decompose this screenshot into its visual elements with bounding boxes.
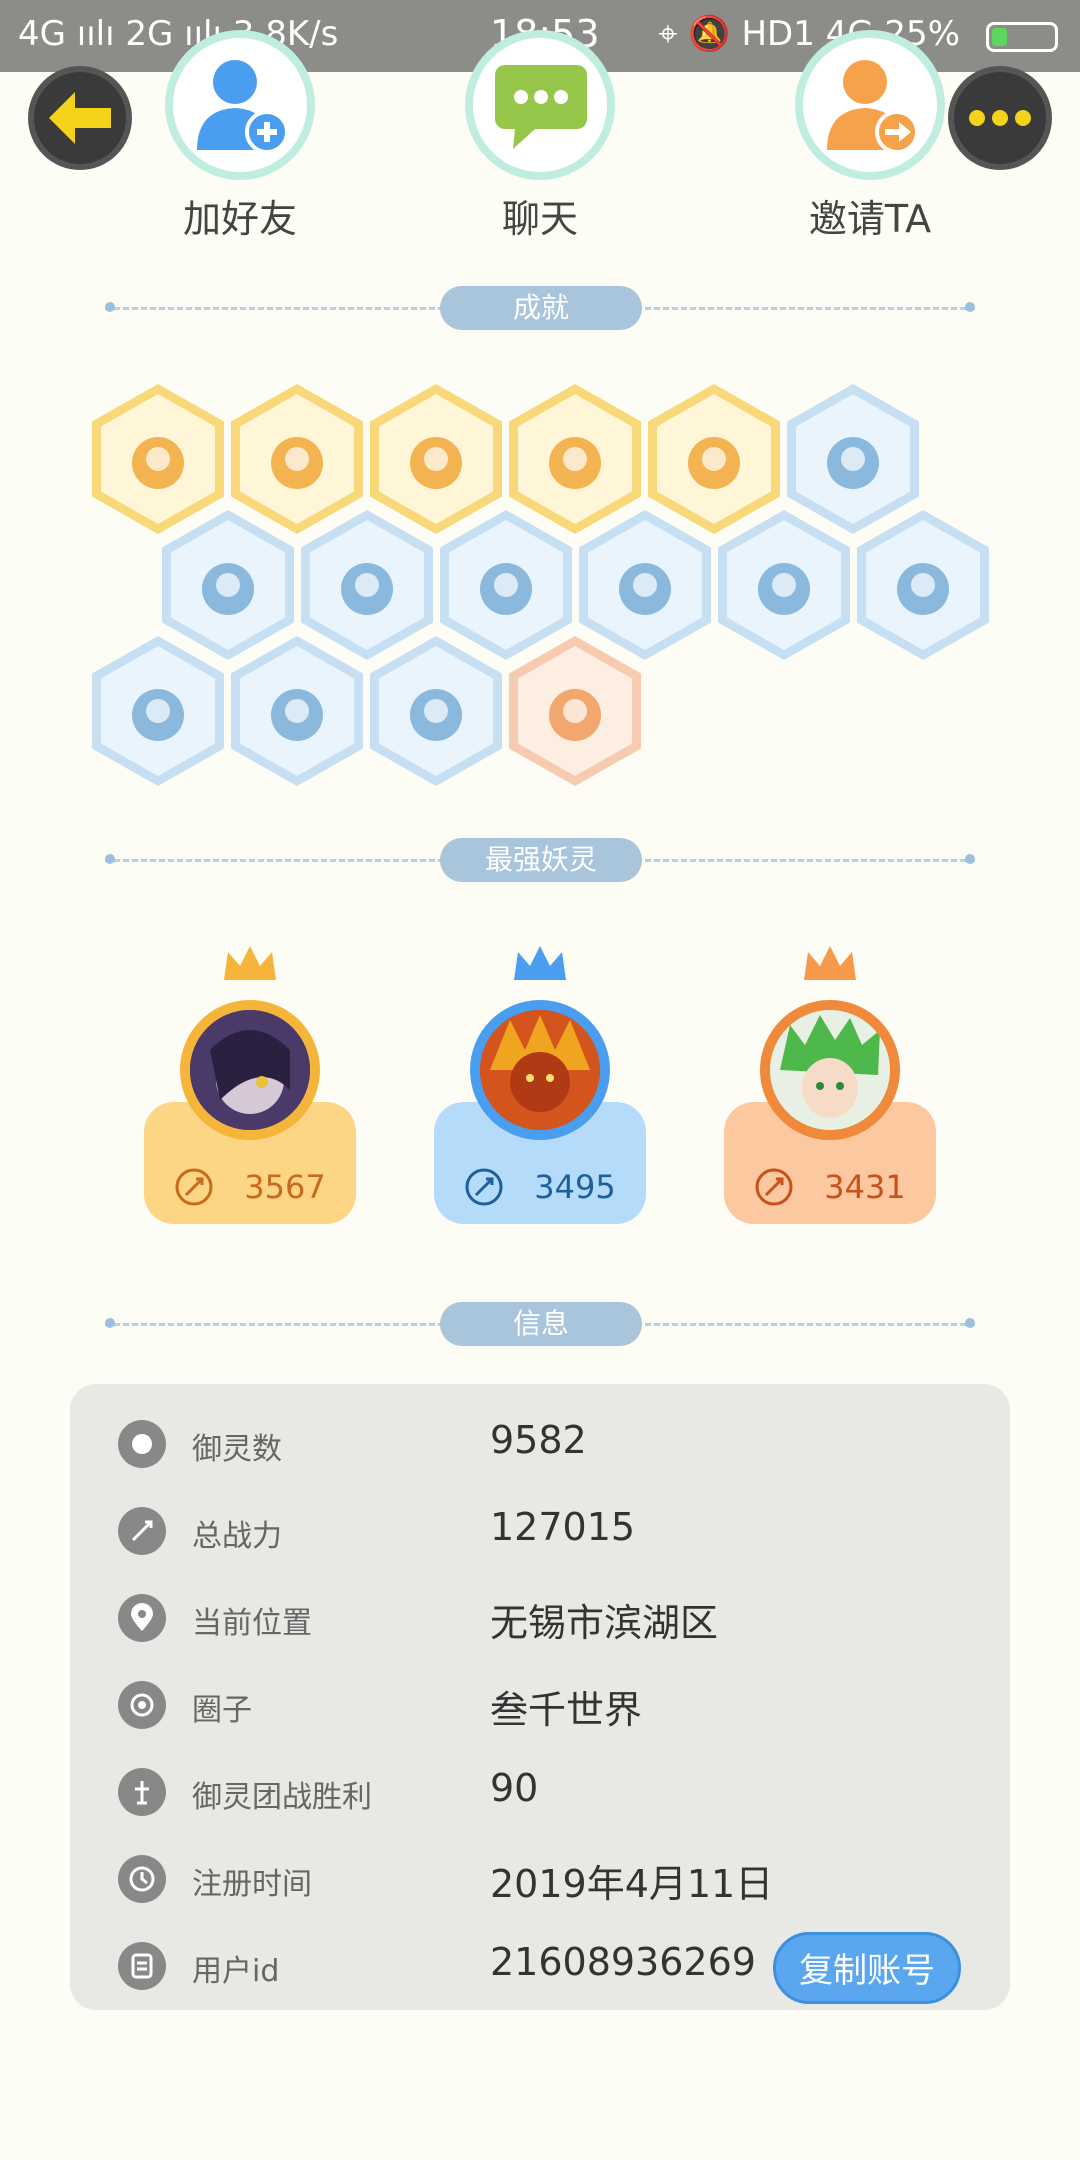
info-label: 御灵数 xyxy=(192,1432,282,1467)
trophy-icon xyxy=(118,1768,166,1816)
info-value: 127015 xyxy=(490,1505,636,1549)
info-row-spirit-count: 御灵数 9582 xyxy=(70,1404,1010,1484)
cat-balloon-badge[interactable] xyxy=(509,384,641,534)
spirit-icon xyxy=(118,1420,166,1468)
info-row-total-power: 总战力 127015 xyxy=(70,1491,1010,1571)
info-row-user-id: 用户id 21608936269 复制账号 xyxy=(70,1926,1010,2006)
portal-shield-badge[interactable] xyxy=(92,636,224,786)
user-id-value: 21608936269 xyxy=(490,1940,756,1984)
achievements-header: 成就 xyxy=(105,286,975,330)
info-row-circle: 圈子 叁千世界 xyxy=(70,1665,1010,1745)
info-label: 御灵团战胜利 xyxy=(192,1780,372,1815)
info-panel: 御灵数 9582 总战力 127015 当前位置 无锡市滨湖区 圈子 叁千世界 … xyxy=(70,1384,1010,2010)
yin-yang-badge[interactable] xyxy=(648,384,780,534)
green-hair-avatar-icon xyxy=(770,1010,890,1130)
info-value: 90 xyxy=(490,1766,539,1810)
info-value: 9582 xyxy=(490,1418,587,1462)
invite-label: 邀请TA xyxy=(808,197,932,241)
invite-user-icon xyxy=(827,60,919,154)
info-header: 信息 xyxy=(105,1302,975,1346)
clock-icon xyxy=(118,1855,166,1903)
location-status-icon: ⌖ xyxy=(658,14,678,54)
sneaker-badge[interactable] xyxy=(787,384,919,534)
add-friend-label: 加好友 xyxy=(182,197,297,241)
strongest-title: 最强妖灵 xyxy=(440,838,642,882)
dark-fox-avatar-icon xyxy=(190,1010,310,1130)
book-fox-badge[interactable] xyxy=(370,636,502,786)
crystal-badge[interactable] xyxy=(440,510,572,660)
crown-icon xyxy=(804,946,856,980)
info-title: 信息 xyxy=(440,1302,642,1346)
id-card-icon xyxy=(118,1942,166,1990)
invite-button[interactable]: 邀请TA xyxy=(770,30,970,243)
warrior-badge[interactable] xyxy=(718,510,850,660)
info-row-team-wins: 御灵团战胜利 90 xyxy=(70,1752,1010,1832)
back-arrow-icon xyxy=(49,92,111,144)
info-label: 总战力 xyxy=(192,1519,282,1554)
ox-spirit-badge[interactable] xyxy=(509,636,641,786)
power-icon xyxy=(175,1168,213,1206)
mute-icon: 🔕 xyxy=(688,14,731,54)
spirit-score: 3495 xyxy=(534,1168,616,1206)
spirit-score: 3567 xyxy=(244,1168,326,1206)
spirit-portrait xyxy=(760,1000,900,1140)
dragon-fish-badge[interactable] xyxy=(857,510,989,660)
strongest-header: 最强妖灵 xyxy=(105,838,975,882)
circle-icon xyxy=(118,1681,166,1729)
crown-icon xyxy=(514,946,566,980)
sword-icon xyxy=(118,1507,166,1555)
location-icon xyxy=(118,1594,166,1642)
power-icon xyxy=(755,1168,793,1206)
info-label: 用户id xyxy=(192,1954,280,1989)
add-user-icon xyxy=(197,60,289,154)
info-label: 当前位置 xyxy=(192,1606,312,1641)
info-value: 2019年4月11日 xyxy=(490,1862,774,1906)
portal-staff-badge[interactable] xyxy=(162,510,294,660)
chat-button[interactable]: 聊天 xyxy=(440,30,640,243)
add-friend-button[interactable]: 加好友 xyxy=(140,30,340,243)
chat-icon xyxy=(495,65,587,149)
fire-lion-avatar-icon xyxy=(480,1010,600,1130)
spirit-portrait xyxy=(470,1000,610,1140)
back-button[interactable] xyxy=(28,66,132,170)
chat-label: 聊天 xyxy=(501,197,578,241)
spirit-score: 3431 xyxy=(824,1168,906,1206)
copy-account-button[interactable]: 复制账号 xyxy=(773,1932,961,2004)
more-button[interactable] xyxy=(948,66,1052,170)
info-label: 注册时间 xyxy=(192,1867,312,1902)
power-icon xyxy=(465,1168,503,1206)
spirit-pair-badge[interactable] xyxy=(231,636,363,786)
info-value: 叁千世界 xyxy=(490,1688,643,1732)
info-row-location: 当前位置 无锡市滨湖区 xyxy=(70,1578,1010,1658)
battery-icon xyxy=(986,22,1058,52)
info-value: 无锡市滨湖区 xyxy=(490,1601,719,1645)
cat-cart-badge[interactable] xyxy=(370,384,502,534)
info-label: 圈子 xyxy=(192,1693,252,1728)
gold-orb-badge[interactable] xyxy=(231,384,363,534)
yin-yang-wave-badge[interactable] xyxy=(579,510,711,660)
info-row-register-date: 注册时间 2019年4月11日 xyxy=(70,1839,1010,1919)
crown-icon xyxy=(224,946,276,980)
fox-mask-badge[interactable] xyxy=(92,384,224,534)
spirit-portrait xyxy=(180,1000,320,1140)
achievements-title: 成就 xyxy=(440,286,642,330)
more-dots-icon xyxy=(969,110,1031,126)
moon-orb-badge[interactable] xyxy=(301,510,433,660)
